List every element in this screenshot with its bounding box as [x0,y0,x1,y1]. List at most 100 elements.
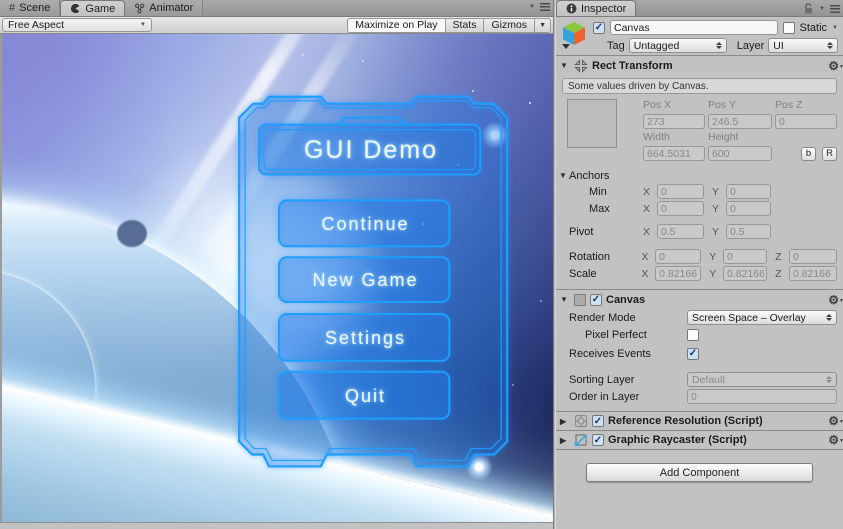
pane-dropdown-icon[interactable]: ▼ [529,4,535,10]
pixel-perfect-checkbox[interactable] [687,329,699,341]
axis-y-label: Y [712,186,726,198]
static-dropdown-arrow[interactable]: ▼ [832,25,838,31]
tab-scene-label: Scene [19,2,50,14]
gizmos-button[interactable]: Gizmos [484,18,535,33]
gear-icon[interactable]: ⚙▼ [828,416,839,426]
scale-label: Scale [569,268,641,280]
settings-button[interactable]: Settings [280,315,451,362]
pane-menu-icon[interactable] [540,3,550,11]
tab-animator[interactable]: Animator [125,0,203,16]
axis-y-label: Y [709,251,723,263]
reference-resolution-header[interactable]: ▶ ✓ Reference Resolution (Script) ⚙▼ [556,412,843,431]
order-in-layer-field: 0 [687,389,837,404]
tab-animator-label: Animator [149,2,193,14]
chevron-down-icon: ▼ [140,22,146,28]
pixel-perfect-label: Pixel Perfect [569,329,687,341]
anchors-max-label: Max [569,203,643,215]
pane-menu-icon[interactable] [830,5,840,13]
render-mode-dropdown[interactable]: Screen Space – Overlay [687,310,837,325]
continue-button[interactable]: Continue [280,201,451,247]
blueprint-mode-button[interactable]: b [801,147,816,161]
tag-value: Untagged [634,40,680,52]
graphic-raycaster-title: Graphic Raycaster (Script) [608,434,747,446]
foldout-closed-icon[interactable]: ▶ [560,417,570,426]
rotation-y-field: 0 [723,249,767,264]
window-bottom-strip [0,522,553,529]
game-viewport: GUI Demo Continue New Game Settings Quit [0,34,553,522]
menu-frame [2,34,553,520]
receives-events-label: Receives Events [569,348,687,360]
lock-open-icon[interactable] [803,3,814,15]
layer-value: UI [773,40,784,52]
add-component-button[interactable]: Add Component [586,463,813,482]
anchors-max-x-field: 0 [657,201,704,216]
width-field: 664.5031 [643,146,705,161]
pos-x-label: Pos X [643,99,705,112]
width-label: Width [643,131,705,144]
popup-arrows-icon [716,42,722,50]
axis-z-label: Z [775,268,789,280]
scale-x-field: 0.82166 [655,266,701,281]
layer-label: Layer [731,40,765,52]
scene-icon: # [9,2,15,14]
driven-help-box: Some values driven by Canvas. [562,78,837,94]
game-toolbar: Free Aspect ▼ Maximize on Play Stats Giz… [0,17,553,34]
foldout-open-icon[interactable]: ▼ [559,171,569,180]
rect-transform-header[interactable]: ▼ Rect Transform ⚙▼ [556,56,843,75]
foldout-open-icon[interactable]: ▼ [560,61,570,70]
render-mode-label: Render Mode [569,312,687,324]
gameobject-cube-icon[interactable] [560,20,588,50]
layer-dropdown[interactable]: UI [768,38,838,53]
pos-z-field: 0 [775,114,837,129]
axis-y-label: Y [709,268,723,280]
tab-game[interactable]: Game [60,0,125,16]
pivot-x-field: 0.5 [657,224,704,239]
name-field[interactable]: Canvas [610,20,778,35]
pos-y-label: Pos Y [708,99,772,112]
gear-icon[interactable]: ⚙▼ [828,435,839,445]
gameobject-header: ✓ Canvas Static ▼ Tag Untagged Layer UI [556,17,843,56]
canvas-enabled-checkbox[interactable]: ✓ [590,294,602,306]
inspector-icon [566,3,577,14]
graphic-raycaster-header[interactable]: ▶ ✓ Graphic Raycaster (Script) ⚙▼ [556,431,843,450]
tag-dropdown[interactable]: Untagged [629,38,727,53]
height-field: 600 [708,146,772,161]
pivot-label: Pivot [569,226,643,238]
aspect-label: Free Aspect [8,19,64,31]
gizmos-dropdown-arrow[interactable]: ▼ [535,18,551,33]
rotation-label: Rotation [569,251,641,263]
popup-arrows-icon [826,314,832,322]
component-enabled-checkbox[interactable]: ✓ [592,415,604,427]
component-enabled-checkbox[interactable]: ✓ [592,434,604,446]
aspect-dropdown[interactable]: Free Aspect ▼ [2,18,152,32]
raw-edit-button[interactable]: R [822,147,837,161]
unity-editor: { "colors": { "accent_blue": "#1E9EFF", … [0,0,843,529]
tab-scene[interactable]: # Scene [0,0,60,16]
foldout-open-icon[interactable]: ▼ [560,295,570,304]
popup-arrows-icon [826,376,832,384]
axis-x-label: X [643,186,657,198]
stats-button[interactable]: Stats [446,18,485,33]
axis-y-label: Y [712,203,726,215]
height-label: Height [708,131,772,144]
quit-button[interactable]: Quit [280,373,451,420]
receives-events-checkbox[interactable]: ✓ [687,348,699,360]
render-mode-value: Screen Space – Overlay [692,312,806,324]
canvas-component-header[interactable]: ▼ ✓ Canvas ⚙▼ [556,290,843,309]
rotation-z-field: 0 [789,249,837,264]
game-pane: # Scene Game Animator ▼ Free Aspect ▼ Ma… [0,0,553,529]
anchor-preset-button[interactable] [567,99,617,148]
tab-inspector[interactable]: Inspector [556,0,636,16]
pane-dropdown-icon[interactable]: ▼ [819,6,825,12]
sorting-layer-value: Default [692,374,725,386]
foldout-closed-icon[interactable]: ▶ [560,436,570,445]
pivot-y-field: 0.5 [726,224,771,239]
new-game-button[interactable]: New Game [280,258,451,303]
static-checkbox[interactable] [783,22,795,34]
axis-z-label: Z [775,251,789,263]
gear-icon[interactable]: ⚙▼ [828,295,839,305]
gear-icon[interactable]: ⚙▼ [828,61,839,71]
rect-transform-icon [574,59,588,73]
active-checkbox[interactable]: ✓ [593,22,605,34]
maximize-on-play-button[interactable]: Maximize on Play [347,18,445,33]
